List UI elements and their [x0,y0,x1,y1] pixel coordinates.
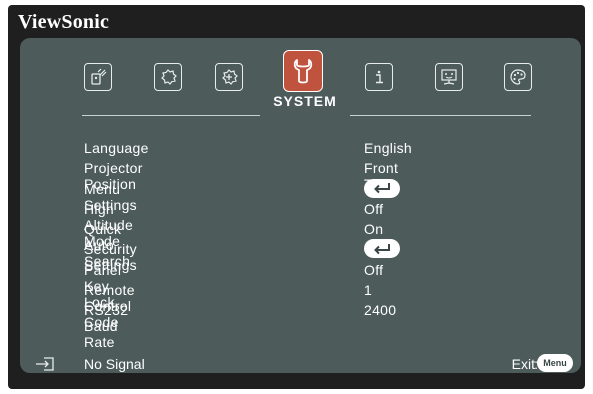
menu-value[interactable]: Off [364,262,383,278]
palette-icon [510,69,526,85]
input-source-icon [36,357,54,371]
menu-label: Language [84,140,149,156]
tab-display[interactable] [84,63,112,91]
menu-label: RS232 Baud Rate [84,302,129,351]
tab-system[interactable] [283,50,323,92]
display-icon [91,68,107,85]
tab-advanced[interactable] [435,63,463,91]
tab-basic[interactable] [504,63,532,91]
menu-value[interactable]: On [364,221,383,237]
power-management-icon [222,69,238,85]
signal-status: No Signal [84,356,145,372]
menu-button[interactable]: Menu [537,354,573,372]
tab-information[interactable] [365,63,393,91]
menu-value[interactable]: 1 [364,282,372,298]
menu-value[interactable]: 2400 [364,302,396,318]
tab-underline-left [82,115,260,116]
advanced-screen-icon [441,69,457,85]
menu-value[interactable]: Off [364,201,383,217]
active-tab-label: SYSTEM [273,93,337,109]
image-settings-icon [161,69,177,85]
enter-icon [374,183,390,194]
enter-icon [374,243,390,255]
tab-bar: SYSTEM [20,38,581,128]
enter-button[interactable] [364,239,400,259]
menu-value[interactable]: English [364,140,412,156]
osd-panel: SYSTEM Language English Projector Positi… [20,38,581,373]
projector-osd-frame: ViewSonic SYSTEM Language English Projec… [8,5,585,389]
tab-underline-right [350,115,531,116]
information-icon [376,70,383,84]
wrench-icon [293,59,313,84]
tab-power-management[interactable] [215,63,243,91]
enter-button[interactable] [364,178,400,198]
exit-label: Exit [511,356,535,372]
brand-logo: ViewSonic [18,11,110,33]
tab-image-settings[interactable] [154,63,182,91]
